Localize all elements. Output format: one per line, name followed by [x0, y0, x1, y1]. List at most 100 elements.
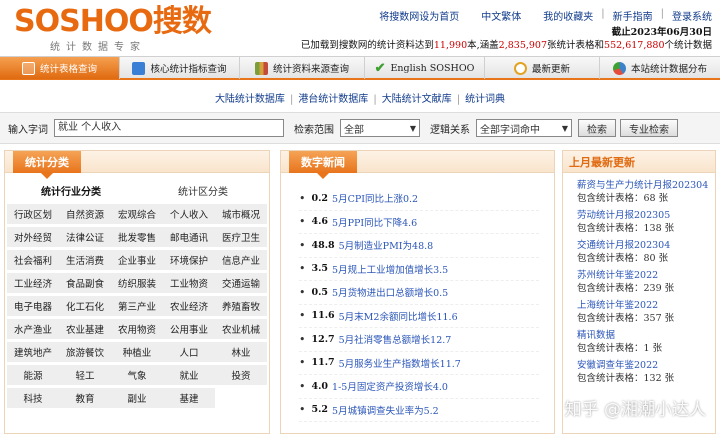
tab-table-query[interactable]: 统计表格查询: [0, 57, 120, 79]
region-category-tab[interactable]: 统计区分类: [137, 183, 269, 198]
news-link[interactable]: 5月PPI同比下降4.6: [332, 215, 417, 229]
news-link[interactable]: 5月城镇调查失业率为5.2: [332, 403, 439, 417]
category-cell[interactable]: 人口: [163, 342, 215, 362]
category-cell[interactable]: 投资: [215, 365, 267, 385]
category-cell[interactable]: 法律公证: [59, 227, 111, 247]
news-link[interactable]: 1-5月固定资产投资增长4.0: [332, 379, 448, 393]
news-link[interactable]: 5月社消零售总额增长12.7: [339, 332, 452, 346]
category-cell[interactable]: 城市概况: [215, 204, 267, 224]
category-cell[interactable]: 社会福利: [7, 250, 59, 270]
recent-update-link[interactable]: 精讯数据: [577, 329, 715, 342]
tab-data-distribution[interactable]: 本站统计数据分布: [600, 57, 720, 79]
hk-tw-stats-db-link[interactable]: 港台统计数据库: [298, 94, 368, 105]
category-cell[interactable]: 对外经贸: [7, 227, 59, 247]
tab-source-query[interactable]: 统计资料来源查询: [240, 57, 365, 79]
news-item[interactable]: 5.25月城镇调查失业率为5.2: [299, 399, 539, 422]
category-cell[interactable]: 副业: [111, 388, 163, 408]
category-cell[interactable]: 纺织服装: [111, 273, 163, 293]
category-cell[interactable]: 个人收入: [163, 204, 215, 224]
industry-category-tab[interactable]: 统计行业分类: [5, 183, 137, 198]
category-cell[interactable]: 环境保护: [163, 250, 215, 270]
stats-dictionary-link[interactable]: 统计词典: [465, 94, 505, 105]
category-cell[interactable]: 农业经济: [163, 296, 215, 316]
category-cell[interactable]: 就业: [163, 365, 215, 385]
category-cell[interactable]: 科技: [7, 388, 59, 408]
news-item[interactable]: 0.25月CPI同比上涨0.2: [299, 187, 539, 211]
category-cell[interactable]: 化工石化: [59, 296, 111, 316]
category-cell[interactable]: 自然资源: [59, 204, 111, 224]
category-cell[interactable]: 邮电通讯: [163, 227, 215, 247]
category-cell[interactable]: 基建: [163, 388, 215, 408]
category-cell[interactable]: 食品副食: [59, 273, 111, 293]
logic-select[interactable]: 全部字词命中 ▼: [476, 119, 572, 137]
category-cell[interactable]: 水产渔业: [7, 319, 59, 339]
category-cell[interactable]: 林业: [215, 342, 267, 362]
site-logo[interactable]: SOSHOO搜数 统计数据专家: [14, 6, 212, 54]
recent-updates-title: 上月最新更新: [563, 151, 715, 173]
category-cell[interactable]: 交通运输: [215, 273, 267, 293]
news-item[interactable]: 0.55月货物进出口总额增长0.5: [299, 281, 539, 305]
tab-label: English SOSHOO: [390, 62, 475, 74]
traditional-chinese-link[interactable]: 中文繁体: [481, 8, 521, 23]
category-cell[interactable]: 企业事业: [111, 250, 163, 270]
news-link[interactable]: 5月货物进出口总额增长0.5: [332, 285, 448, 299]
category-cell[interactable]: 工业经济: [7, 273, 59, 293]
login-link[interactable]: 登录系统: [672, 8, 712, 23]
category-cell[interactable]: 气象: [111, 365, 163, 385]
recent-update-link[interactable]: 薪资与生产力统计月报202304: [577, 179, 715, 192]
set-homepage-link[interactable]: 将搜数网设为首页: [379, 8, 459, 23]
category-cell[interactable]: 轻工: [59, 365, 111, 385]
news-link[interactable]: 5月规上工业增加值增长3.5: [332, 262, 448, 276]
news-item[interactable]: 4.01-5月固定资产投资增长4.0: [299, 375, 539, 399]
category-cell[interactable]: 教育: [59, 388, 111, 408]
category-cell[interactable]: 农用物资: [111, 319, 163, 339]
news-link[interactable]: 5月末M2余额同比增长11.6: [339, 309, 458, 323]
category-cell[interactable]: 宏观综合: [111, 204, 163, 224]
news-link[interactable]: 5月制造业PMI为48.8: [339, 238, 434, 252]
news-item[interactable]: 4.65月PPI同比下降4.6: [299, 211, 539, 234]
recent-update-link[interactable]: 苏州统计年鉴2022: [577, 269, 715, 282]
news-number: 11.7: [311, 357, 335, 369]
recent-updates-panel: 上月最新更新 薪资与生产力统计月报202304 包含统计表格：68 张劳动统计月报…: [562, 150, 716, 434]
news-item[interactable]: 11.7 5月服务业生产指数增长11.7: [299, 352, 539, 375]
category-cell[interactable]: 种植业: [111, 342, 163, 362]
recent-update-link[interactable]: 劳动统计月报202305: [577, 209, 715, 222]
search-input[interactable]: 就业 个人收入: [54, 119, 284, 137]
tab-english[interactable]: ✔ English SOSHOO: [365, 57, 485, 79]
news-item[interactable]: 3.55月规上工业增加值增长3.5: [299, 258, 539, 281]
mainland-literature-db-link[interactable]: 大陆统计文献库: [382, 94, 452, 105]
search-button[interactable]: 检索: [578, 119, 616, 137]
category-cell[interactable]: 旅游餐饮: [59, 342, 111, 362]
category-cell[interactable]: 公用事业: [163, 319, 215, 339]
category-cell[interactable]: 工业物资: [163, 273, 215, 293]
news-item[interactable]: 11.6 5月末M2余额同比增长11.6: [299, 305, 539, 328]
news-item[interactable]: 48.8 5月制造业PMI为48.8: [299, 234, 539, 258]
category-cell[interactable]: 生活消费: [59, 250, 111, 270]
recent-update-item: 交通统计月报202304 包含统计表格：80 张: [577, 239, 715, 266]
category-cell[interactable]: 农业基建: [59, 319, 111, 339]
beginner-guide-link[interactable]: 新手指南: [613, 8, 653, 23]
category-cell[interactable]: 医疗卫生: [215, 227, 267, 247]
news-link[interactable]: 5月CPI同比上涨0.2: [332, 191, 418, 205]
category-cell[interactable]: 农业机械: [215, 319, 267, 339]
category-cell[interactable]: 建筑地产: [7, 342, 59, 362]
category-cell[interactable]: 养殖畜牧: [215, 296, 267, 316]
category-cell[interactable]: 行政区划: [7, 204, 59, 224]
recent-update-link[interactable]: 上海统计年鉴2022: [577, 299, 715, 312]
category-cell[interactable]: 能源: [7, 365, 59, 385]
recent-update-link[interactable]: 交通统计月报202304: [577, 239, 715, 252]
category-cell[interactable]: 信息产业: [215, 250, 267, 270]
stats-docs-count: 11,990: [433, 40, 468, 51]
category-cell[interactable]: 电子电器: [7, 296, 59, 316]
news-item[interactable]: 12.7 5月社消零售总额增长12.7: [299, 328, 539, 352]
scope-select[interactable]: 全部 ▼: [340, 119, 420, 137]
category-cell[interactable]: 批发零售: [111, 227, 163, 247]
category-cell[interactable]: 第三产业: [111, 296, 163, 316]
favorites-link[interactable]: 我的收藏夹: [543, 8, 593, 23]
advanced-search-button[interactable]: 专业检索: [620, 119, 678, 137]
tab-latest-updates[interactable]: 最新更新: [485, 57, 600, 79]
tab-core-indicators[interactable]: 核心统计指标查询: [120, 57, 240, 79]
news-link[interactable]: 5月服务业生产指数增长11.7: [339, 356, 461, 370]
mainland-stats-db-link[interactable]: 大陆统计数据库: [215, 94, 285, 105]
recent-update-link[interactable]: 安徽调查年鉴2022: [577, 359, 715, 372]
